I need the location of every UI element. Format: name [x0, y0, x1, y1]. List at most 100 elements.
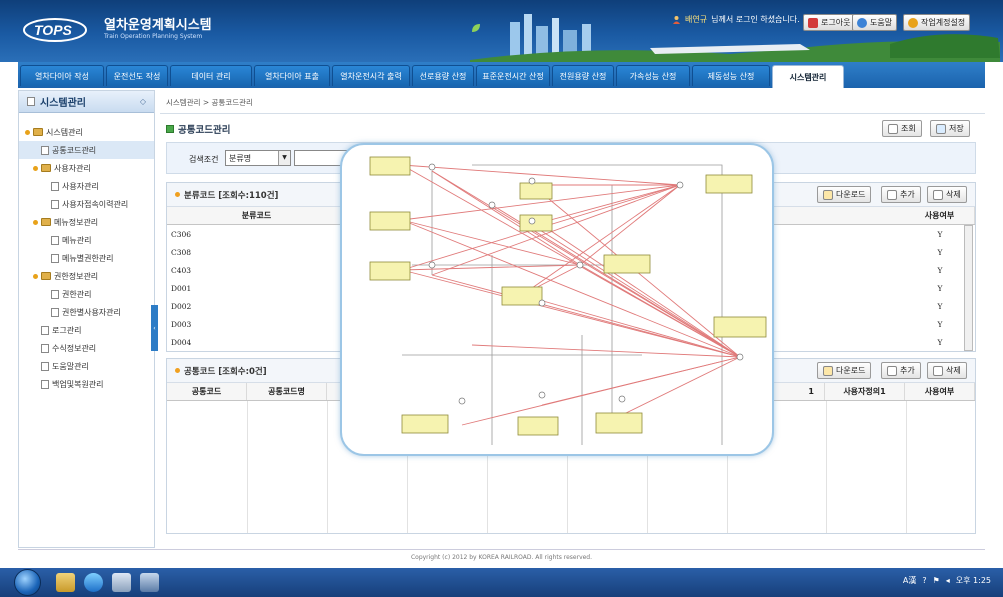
- nav-tab-run-curve[interactable]: 운전선도 작성: [106, 65, 168, 86]
- delete-label: 삭제: [946, 366, 961, 375]
- tree-item-permission-user[interactable]: 권한별사용자관리: [19, 303, 154, 321]
- tree-item-label: 로그관리: [52, 325, 82, 335]
- vertical-scrollbar[interactable]: [964, 225, 973, 351]
- tree-item-system-manage[interactable]: 시스템관리: [19, 123, 154, 141]
- document-icon: [27, 97, 35, 106]
- divider: [160, 113, 985, 114]
- tree-item-label: 권한관리: [62, 289, 92, 299]
- tree-item-label: 권한정보관리: [54, 271, 99, 281]
- page-icon: [41, 325, 49, 335]
- common-add-button[interactable]: 추가: [881, 362, 921, 379]
- tree-item-backup-restore[interactable]: 백업및복원관리: [19, 375, 154, 393]
- tree-item-user-access-log[interactable]: 사용자접속이력관리: [19, 195, 154, 213]
- category-delete-button[interactable]: 삭제: [927, 186, 967, 203]
- system-tray: A漢 ? ⚑ ◂ 오후 1:25: [903, 575, 991, 586]
- tree-item-user-manage-group[interactable]: 사용자관리: [19, 159, 154, 177]
- workspace-settings-button[interactable]: 작업계정설정: [903, 14, 971, 31]
- browser-icon[interactable]: [84, 573, 103, 592]
- chevron-down-icon: ▼: [278, 151, 290, 165]
- tree-item-common-code[interactable]: 공통코드관리: [19, 141, 154, 159]
- nav-tab-power-capacity[interactable]: 전원용량 산정: [552, 65, 614, 86]
- page-icon: [41, 361, 49, 371]
- download-label: 다운로드: [836, 366, 866, 375]
- nav-tab-train-diagram-create[interactable]: 열차다이아 작성: [20, 65, 104, 86]
- tree-item-formula-manage[interactable]: 수식정보관리: [19, 339, 154, 357]
- save-icon: [936, 123, 946, 134]
- tree-item-permission-manage[interactable]: 권한관리: [19, 285, 154, 303]
- tree-item-label: 사용자관리: [54, 163, 91, 173]
- tree-item-label: 메뉴관리: [62, 235, 92, 245]
- delete-icon: [933, 365, 943, 376]
- page-icon: [51, 181, 59, 191]
- help-label: 도움말: [870, 18, 893, 27]
- explorer-icon[interactable]: [56, 573, 75, 592]
- tree-item-label: 시스템관리: [46, 127, 83, 137]
- nav-tab-brake-perf[interactable]: 제동성능 산정: [692, 65, 770, 86]
- tree-item-help-manage[interactable]: 도움말관리: [19, 357, 154, 375]
- workspace-settings-label: 작업계정설정: [921, 18, 966, 27]
- volume-icon[interactable]: ◂: [946, 576, 950, 585]
- ime-indicator[interactable]: A漢: [903, 575, 916, 586]
- page-icon: [41, 145, 49, 155]
- nav-tab-accel-perf[interactable]: 가속성능 산정: [616, 65, 690, 86]
- tree-item-label: 도움말관리: [52, 361, 89, 371]
- app-header: TOPS 열차운영계획시스템 Train Operation Planning …: [0, 0, 1003, 62]
- folder-icon: [33, 128, 43, 136]
- common-download-button[interactable]: 다운로드: [817, 362, 872, 379]
- window-icon[interactable]: [140, 573, 159, 592]
- delete-label: 삭제: [946, 190, 961, 199]
- help-tray-icon[interactable]: ?: [922, 576, 926, 585]
- page-icon: [51, 199, 59, 209]
- settings-icon: [908, 17, 918, 28]
- tree-item-menu-permission[interactable]: 메뉴별권한관리: [19, 249, 154, 267]
- search-button[interactable]: 조회: [882, 120, 922, 137]
- common-delete-button[interactable]: 삭제: [927, 362, 967, 379]
- bullet-icon: [175, 368, 180, 373]
- nav-tab-run-time-print[interactable]: 열차운전시각 출력: [332, 65, 410, 86]
- cell-code: C403: [171, 265, 192, 275]
- col-common-code: 공통코드: [167, 383, 247, 400]
- breadcrumb: 시스템관리 > 공통코드관리: [166, 98, 253, 107]
- app-subtitle: Train Operation Planning System: [104, 33, 203, 40]
- common-code-title: 공통코드 [조회수:0건]: [184, 366, 267, 377]
- col-use-flag: 사용여부: [905, 383, 975, 400]
- save-button[interactable]: 저장: [930, 120, 970, 137]
- windows-taskbar: A漢 ? ⚑ ◂ 오후 1:25: [0, 568, 1003, 597]
- help-button[interactable]: 도움말: [852, 14, 898, 31]
- collapse-icon[interactable]: ◇: [140, 97, 146, 106]
- search-condition-select[interactable]: 분류명 ▼: [225, 150, 291, 166]
- nav-tab-data-manage[interactable]: 데이터 관리: [170, 65, 252, 86]
- start-button[interactable]: [14, 569, 41, 596]
- logout-label: 로그아웃: [821, 18, 851, 27]
- tree-item-user-manage[interactable]: 사용자관리: [19, 177, 154, 195]
- tree-item-label: 백업및복원관리: [52, 379, 104, 389]
- tree-item-log-manage[interactable]: 로그관리: [19, 321, 154, 339]
- page-icon: [51, 289, 59, 299]
- tree-item-menu-info[interactable]: 메뉴정보관리: [19, 213, 154, 231]
- cell-code: D001: [171, 283, 192, 293]
- nav-tab-diagram-display[interactable]: 열차다이아 표출: [254, 65, 330, 86]
- category-download-button[interactable]: 다운로드: [817, 186, 872, 203]
- add-label: 추가: [900, 190, 915, 199]
- svg-text:TOPS: TOPS: [34, 22, 73, 38]
- flag-icon[interactable]: ⚑: [933, 576, 940, 585]
- sidebar-header: 시스템관리 ◇: [19, 91, 154, 113]
- component-diagram: [369, 156, 767, 445]
- nav-tab-system-manage[interactable]: 시스템관리: [772, 65, 844, 88]
- title-square-icon: [166, 125, 174, 133]
- user-info: 배연규 님께서 로그인 하셨습니다.: [672, 14, 800, 25]
- tree-item-menu-manage[interactable]: 메뉴관리: [19, 231, 154, 249]
- tree-item-label: 사용자접속이력관리: [62, 199, 129, 209]
- monitor-icon[interactable]: [112, 573, 131, 592]
- tree-item-label: 사용자관리: [62, 181, 99, 191]
- sidebar-toggle-handle[interactable]: ‹: [151, 305, 158, 351]
- nav-tab-line-capacity[interactable]: 선로용량 산정: [412, 65, 474, 86]
- help-icon: [857, 17, 867, 28]
- clock[interactable]: 오후 1:25: [956, 575, 991, 586]
- tree-item-label: 권한별사용자관리: [62, 307, 121, 317]
- logout-button[interactable]: 로그아웃: [803, 14, 856, 31]
- col-use-flag: 사용여부: [905, 207, 975, 224]
- tree-item-permission-info[interactable]: 권한정보관리: [19, 267, 154, 285]
- nav-tab-standard-run-time[interactable]: 표준운전시간 산정: [476, 65, 550, 86]
- category-add-button[interactable]: 추가: [881, 186, 921, 203]
